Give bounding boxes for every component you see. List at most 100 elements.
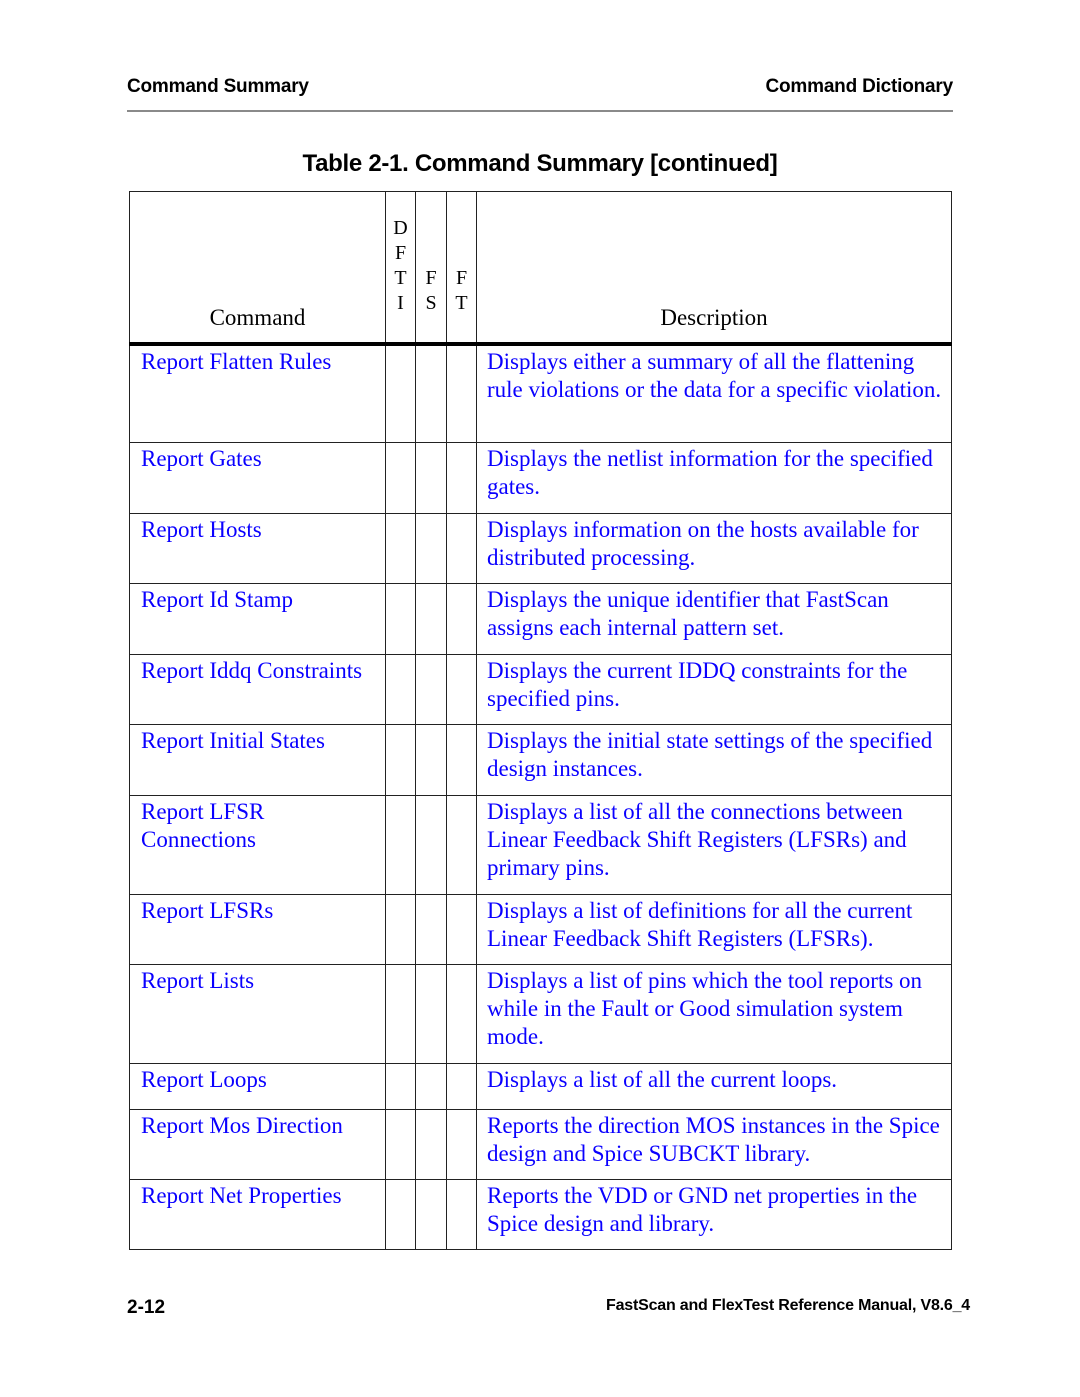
description-cell[interactable]: Displays the current IDDQ constraints fo… [476, 653, 952, 725]
flag-cell-ft [446, 441, 477, 514]
command-link[interactable]: Report Hosts [141, 517, 262, 542]
command-cell: Report Flatten Rules [129, 343, 386, 443]
table-row: Report Mos Direction Reports the directio… [129, 1108, 952, 1180]
description-cell[interactable]: Displays information on the hosts availa… [476, 512, 952, 584]
command-link[interactable]: Report LFSR Connections [141, 799, 264, 852]
command-cell: Report Lists [129, 963, 386, 1064]
running-header-chapter: Command Dictionary [765, 76, 954, 97]
command-link[interactable]: Report Iddq Constraints [141, 658, 362, 683]
description-cell[interactable]: Reports the VDD or GND net properties in… [476, 1178, 952, 1250]
flag-cell-ft [446, 893, 477, 965]
table-row: Report Iddq Constraints Displays the curr… [129, 653, 952, 725]
flag-cell-ft [446, 963, 477, 1064]
description-cell[interactable]: Displays a list of all the connections b… [476, 794, 952, 895]
flag-cell-fs [415, 343, 447, 443]
column-header-letter: F [425, 267, 437, 289]
table-row: Report LFSR Connections Displays a list o… [129, 794, 952, 895]
table-row: Report Net Properties Reports the VDD or … [129, 1178, 952, 1250]
flag-cell-dfti [385, 512, 416, 584]
column-header-letter: I [397, 292, 404, 314]
table-row: Report LFSRs Displays a list of definitio… [129, 893, 952, 965]
table-body: Report Flatten Rules Displays either a su… [129, 343, 952, 1250]
column-header-description: Description [476, 191, 952, 346]
flag-cell-ft [446, 794, 477, 895]
table-row: Report Id Stamp Displays the unique ident… [129, 582, 952, 655]
command-cell: Report Net Properties [129, 1178, 386, 1250]
flag-cell-fs [415, 1108, 447, 1180]
command-cell: Report LFSR Connections [129, 794, 386, 895]
description-cell[interactable]: Displays a list of pins which the tool r… [476, 963, 952, 1064]
flag-cell-dfti [385, 723, 416, 796]
command-summary-table: Command D F T I F S F T Description Repo… [129, 191, 952, 1250]
command-link[interactable]: Report Id Stamp [141, 587, 293, 612]
command-cell: Report Hosts [129, 512, 386, 584]
table-title: Table 2-1. Command Summary [continued] [302, 150, 778, 177]
flag-cell-ft [446, 1062, 477, 1110]
command-link[interactable]: Report Initial States [141, 728, 325, 753]
column-header-letter: T [455, 292, 468, 314]
flag-cell-fs [415, 1178, 447, 1250]
command-cell: Report LFSRs [129, 893, 386, 965]
table-row: Report Loops Displays a list of all the c… [129, 1062, 952, 1110]
flag-cell-dfti [385, 582, 416, 655]
description-cell[interactable]: Displays the initial state settings of t… [476, 723, 952, 796]
column-header-command: Command [129, 191, 386, 346]
table-header-row: Command D F T I F S F T Description [129, 191, 952, 346]
flag-cell-fs [415, 582, 447, 655]
description-cell[interactable]: Displays a list of all the current loops… [476, 1062, 952, 1110]
command-cell: Report Gates [129, 441, 386, 514]
flag-cell-ft [446, 653, 477, 725]
column-header-letter: F [394, 242, 407, 264]
column-header-letter: T [394, 267, 407, 289]
description-cell[interactable]: Displays the netlist information for the… [476, 441, 952, 514]
flag-cell-fs [415, 441, 447, 514]
column-header-letter: F [455, 267, 468, 289]
flag-cell-fs [415, 723, 447, 796]
flag-cell-fs [415, 963, 447, 1064]
command-cell: Report Id Stamp [129, 582, 386, 655]
flag-cell-fs [415, 512, 447, 584]
flag-cell-dfti [385, 893, 416, 965]
description-cell[interactable]: Reports the direction MOS instances in t… [476, 1108, 952, 1180]
command-link[interactable]: Report Lists [141, 968, 254, 993]
column-header-ft: F T [446, 191, 477, 346]
flag-cell-dfti [385, 653, 416, 725]
command-link[interactable]: Report Net Properties [141, 1183, 342, 1208]
flag-cell-ft [446, 512, 477, 584]
page-number: 2-12 [127, 1297, 166, 1318]
flag-cell-dfti [385, 1108, 416, 1180]
header-divider [127, 110, 953, 112]
description-cell[interactable]: Displays the unique identifier that Fast… [476, 582, 952, 655]
flag-cell-dfti [385, 343, 416, 443]
command-link[interactable]: Report Flatten Rules [141, 349, 331, 374]
command-link[interactable]: Report Loops [141, 1067, 267, 1092]
flag-cell-fs [415, 653, 447, 725]
command-cell: Report Mos Direction [129, 1108, 386, 1180]
flag-cell-fs [415, 794, 447, 895]
command-link[interactable]: Report Mos Direction [141, 1113, 343, 1138]
table-row: Report Hosts Displays information on the … [129, 512, 952, 584]
flag-cell-dfti [385, 963, 416, 1064]
command-cell: Report Initial States [129, 723, 386, 796]
description-cell[interactable]: Displays either a summary of all the fla… [476, 343, 952, 443]
flag-cell-ft [446, 723, 477, 796]
flag-cell-dfti [385, 1062, 416, 1110]
command-link[interactable]: Report Gates [141, 446, 262, 471]
flag-cell-fs [415, 893, 447, 965]
command-cell: Report Loops [129, 1062, 386, 1110]
command-cell: Report Iddq Constraints [129, 653, 386, 725]
flag-cell-fs [415, 1062, 447, 1110]
manual-title: FastScan and FlexTest Reference Manual, … [606, 1297, 970, 1314]
column-header-letter: D [393, 217, 408, 239]
table-row: Report Initial States Displays the initia… [129, 723, 952, 796]
column-header-letter: S [425, 292, 437, 314]
table-row: Report Lists Displays a list of pins whic… [129, 963, 952, 1064]
running-header-section: Command Summary [127, 76, 309, 97]
flag-cell-ft [446, 1178, 477, 1250]
command-link[interactable]: Report LFSRs [141, 898, 273, 923]
table-row: Report Gates Displays the netlist informa… [129, 441, 952, 514]
column-header-dfti: D F T I [385, 191, 416, 346]
flag-cell-dfti [385, 794, 416, 895]
flag-cell-ft [446, 582, 477, 655]
description-cell[interactable]: Displays a list of definitions for all t… [476, 893, 952, 965]
